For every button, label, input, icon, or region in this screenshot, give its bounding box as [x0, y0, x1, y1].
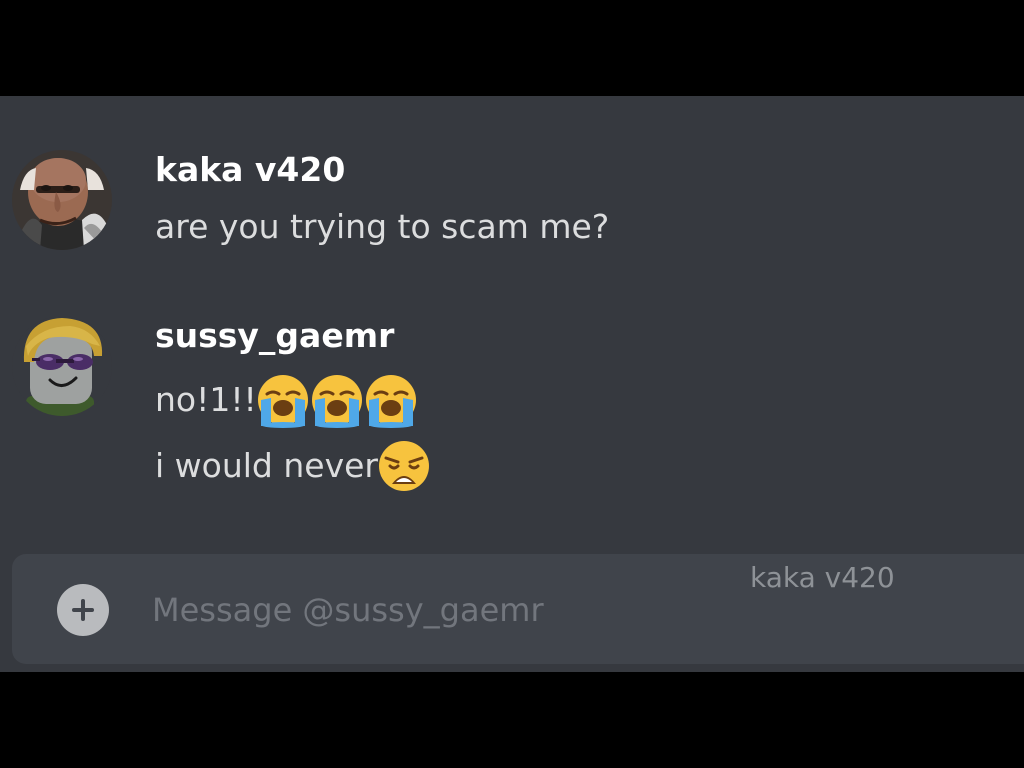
message-content: i would never	[155, 446, 378, 485]
gru-avatar-icon	[12, 150, 112, 250]
plus-circle-icon	[72, 599, 94, 621]
loudly-crying-face-icon	[363, 372, 419, 428]
message-text: are you trying to scam me?	[155, 206, 609, 248]
loudly-crying-face-icon	[309, 372, 365, 428]
avatar[interactable]	[12, 150, 112, 250]
avatar[interactable]	[12, 316, 112, 416]
add-attachment-button[interactable]	[57, 584, 109, 636]
username[interactable]: kaka v420	[155, 150, 345, 190]
message-input[interactable]	[152, 584, 712, 636]
weary-face-icon	[376, 438, 432, 494]
loudly-crying-face-icon	[255, 372, 311, 428]
message-composer: kaka v420	[12, 554, 1024, 664]
letterbox-bottom	[0, 672, 1024, 768]
message-text: no!1!!	[155, 372, 419, 428]
message-content: no!1!!	[155, 380, 257, 419]
chat-panel: kaka v420 are you trying to scam me? sus…	[0, 96, 1024, 672]
overlay-username-label: kaka v420	[750, 561, 895, 594]
letterbox-top	[0, 0, 1024, 96]
roblox-noob-avatar-icon	[12, 316, 112, 416]
username[interactable]: sussy_gaemr	[155, 316, 394, 356]
message-content: are you trying to scam me?	[155, 207, 610, 246]
message-text: i would never	[155, 438, 432, 494]
